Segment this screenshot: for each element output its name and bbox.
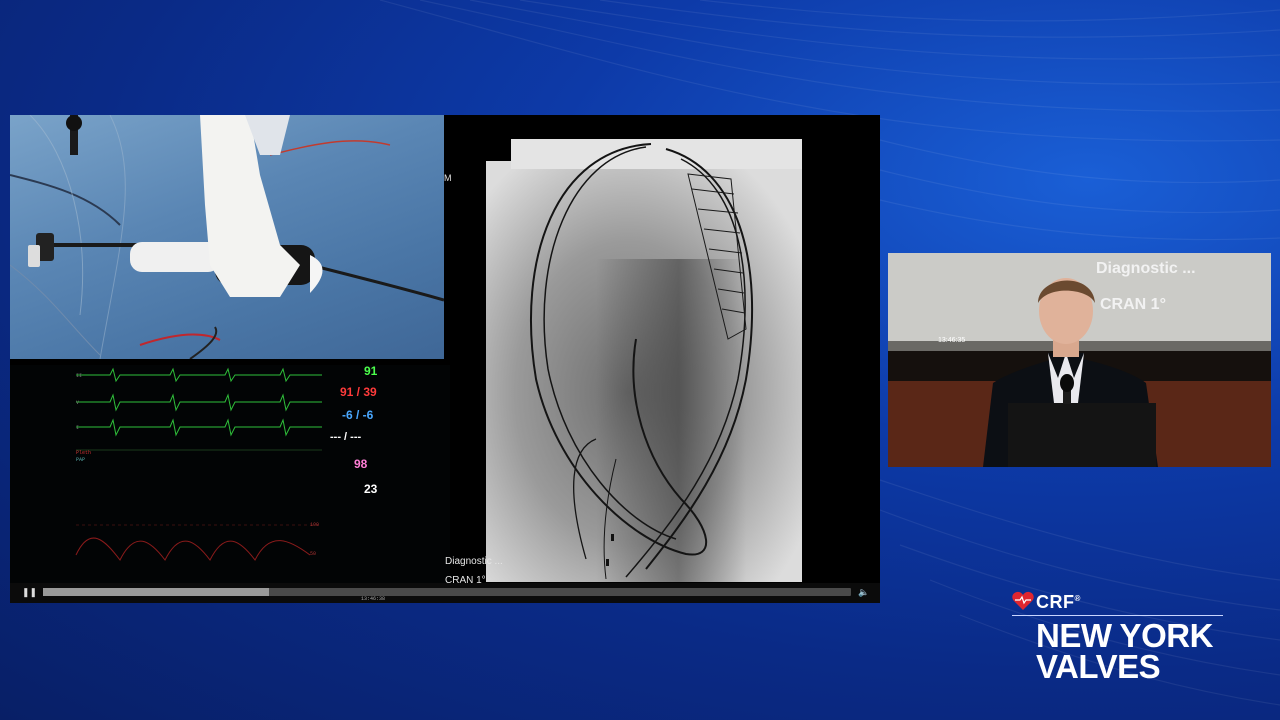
fluoro-edge-mark: M xyxy=(444,173,452,183)
heart-icon xyxy=(1012,591,1034,610)
fluoroscopy-illustration xyxy=(486,139,802,582)
crf-new-york-valves-logo: CRF® NEW YORK VALVES xyxy=(1012,590,1227,690)
presenter-camera-view: Diagnostic ... CRAN 1° 13:46:35 xyxy=(888,253,1271,467)
logo-title-line2: VALVES xyxy=(1036,648,1161,685)
crf-wordmark: CRF® xyxy=(1036,592,1081,612)
hemodynamic-monitor: II V I Pleth PAP 100 50 91 91 / 39 -6 / … xyxy=(10,364,450,585)
presenter-illustration xyxy=(888,253,1271,467)
progress-fill xyxy=(43,588,270,596)
presenter-timestamp: 13:46:35 xyxy=(938,337,966,344)
surgical-camera-view xyxy=(10,115,444,359)
volume-icon[interactable]: 🔈 xyxy=(858,587,869,598)
player-time-readout: 13:46:38 xyxy=(361,596,386,602)
venous-pressure-value: -6 / -6 xyxy=(342,408,374,422)
procedure-video-feed[interactable]: II V I Pleth PAP 100 50 91 91 / 39 -6 / … xyxy=(10,115,880,603)
pressure-3-value: --- / --- xyxy=(330,431,362,443)
heart-rate-value: 91 xyxy=(364,364,378,378)
presenter-overlay-line1: Diagnostic ... xyxy=(1096,260,1196,277)
spo2-value: 98 xyxy=(354,457,368,471)
arterial-pressure-value: 91 / 39 xyxy=(340,385,377,399)
ecg-waveforms xyxy=(75,367,322,561)
video-progress-bar[interactable] xyxy=(43,588,851,596)
fluoroscopy-image xyxy=(476,139,802,582)
pause-icon[interactable]: ❚❚ xyxy=(22,587,37,598)
respiration-value: 23 xyxy=(364,482,378,496)
presenter-overlay-line2: CRAN 1° xyxy=(1100,296,1166,313)
surgical-field-illustration xyxy=(10,115,444,359)
fluoro-overlay-line1: Diagnostic ... xyxy=(445,556,503,567)
logo-divider xyxy=(1012,615,1223,616)
video-conference-screen: { "feed": { "monitor": { "vitals": [ {"i… xyxy=(0,0,1280,720)
video-player-controls: ❚❚ 13:46:38 🔈 xyxy=(10,583,880,603)
